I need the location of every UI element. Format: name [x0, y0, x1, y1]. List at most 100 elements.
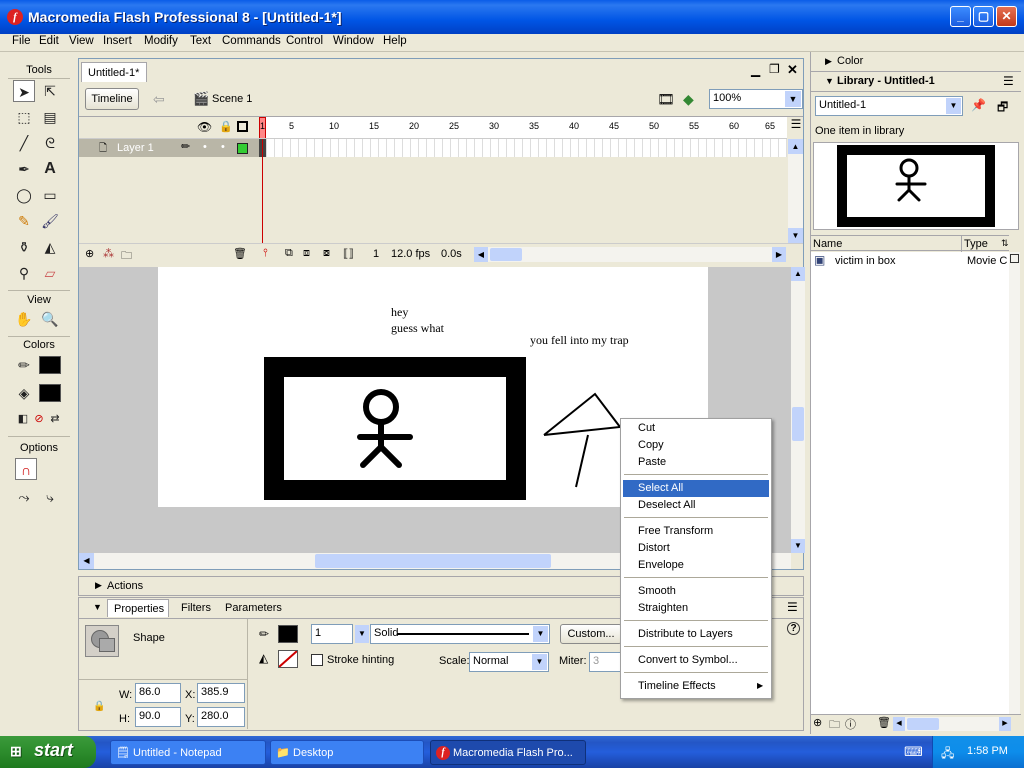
scroll-left-icon[interactable]: ◀ — [79, 553, 94, 569]
scroll-thumb[interactable] — [907, 718, 939, 730]
library-panel-title[interactable]: Library - Untitled-1 — [837, 75, 935, 87]
scroll-thumb[interactable] — [792, 407, 804, 441]
menu-item-copy[interactable]: Copy — [623, 437, 769, 454]
actions-title[interactable]: Actions — [107, 580, 143, 592]
menu-item-envelope[interactable]: Envelope — [623, 557, 769, 574]
menu-item-convert-to-symbol[interactable]: Convert to Symbol... — [623, 652, 769, 669]
layer-outline-color[interactable] — [237, 143, 248, 154]
chevron-down-icon[interactable]: ▼ — [355, 625, 369, 643]
menu-item-distribute-to-layers[interactable]: Distribute to Layers — [623, 626, 769, 643]
modify-markers-icon[interactable]: ⟦⟧ — [343, 247, 354, 260]
menu-commands[interactable]: Commands — [222, 35, 281, 47]
zoom-select[interactable]: 100% ▼ — [709, 89, 803, 109]
rectangle-tool-icon[interactable]: ▭ — [39, 184, 61, 206]
start-button[interactable]: ⊞ start — [0, 736, 96, 768]
task-flash[interactable]: f Macromedia Flash Pro... — [430, 740, 586, 765]
menu-item-cut[interactable]: Cut — [623, 420, 769, 437]
menu-item-select-all[interactable]: Select All — [623, 480, 769, 497]
free-transform-tool-icon[interactable]: ⬚ — [13, 106, 35, 128]
selection-tool-icon[interactable]: ➤ — [13, 80, 35, 102]
menu-item-timeline-effects[interactable]: Timeline Effects — [623, 678, 769, 695]
doc-restore-icon[interactable]: ❐ — [769, 62, 780, 76]
scroll-left-icon[interactable]: ◀ — [893, 717, 905, 731]
chevron-down-icon[interactable]: ▼ — [785, 91, 801, 107]
lock-icon[interactable]: 🔒 — [219, 120, 233, 133]
eye-icon[interactable]: 👁 — [197, 120, 212, 134]
menu-edit[interactable]: Edit — [39, 35, 59, 47]
column-type[interactable]: Type — [964, 238, 988, 250]
library-list[interactable] — [811, 270, 1009, 714]
library-item-row[interactable]: ▣ victim in box Movie C — [811, 252, 1009, 270]
menu-window[interactable]: Window — [333, 35, 374, 47]
new-library-panel-icon[interactable]: 🗗 — [997, 98, 1008, 119]
library-select[interactable]: Untitled-1 ▼ — [815, 96, 963, 116]
new-folder-icon[interactable]: 🗀 — [829, 716, 840, 735]
color-panel-title[interactable]: Color — [837, 55, 863, 67]
scroll-thumb[interactable] — [315, 554, 551, 568]
library-item-name[interactable]: victim in box — [835, 255, 896, 267]
y-field[interactable]: 280.0 — [197, 707, 245, 727]
swap-colors-icon[interactable]: ⇄ — [44, 408, 66, 430]
color-panel-header[interactable]: ▶ Color — [811, 52, 1021, 72]
scroll-left-icon[interactable]: ◀ — [474, 247, 488, 262]
document-tab[interactable]: Untitled-1* — [81, 62, 147, 82]
timeline-hscroll[interactable]: ◀ ▶ — [474, 247, 786, 262]
zoom-tool-icon[interactable]: 🔍 — [39, 308, 61, 330]
properties-info-icon[interactable]: ⓘ — [845, 716, 856, 732]
menu-item-distort[interactable]: Distort — [623, 540, 769, 557]
scroll-thumb[interactable] — [490, 248, 522, 261]
menu-text[interactable]: Text — [190, 35, 211, 47]
sort-icon[interactable]: ⇅ — [1001, 238, 1009, 249]
pin-library-icon[interactable]: 📌 — [971, 98, 986, 112]
scroll-right-icon[interactable]: ▶ — [772, 247, 786, 262]
edit-scene-icon[interactable]: 🎞 — [657, 91, 675, 108]
width-field[interactable]: 86.0 — [135, 683, 181, 703]
column-name[interactable]: Name — [813, 238, 842, 250]
frame-cells[interactable] — [259, 139, 787, 157]
stroke-color-swatch[interactable] — [39, 356, 61, 374]
clock[interactable]: 1:58 PM — [967, 745, 1008, 757]
line-tool-icon[interactable]: ╱ — [13, 132, 35, 154]
smooth-icon[interactable]: ⤳ — [13, 486, 35, 508]
brush-tool-icon[interactable]: 🖌 — [39, 210, 61, 232]
onion-outline-icon[interactable]: ⧈ — [303, 247, 310, 260]
minimize-button[interactable]: _ — [950, 6, 971, 27]
pencil-tool-icon[interactable]: ✎ — [13, 210, 35, 232]
fill-color-swatch[interactable] — [278, 650, 298, 668]
stroke-style-select[interactable]: Solid ▼ — [370, 624, 550, 644]
frame-view-menu-icon[interactable]: ☰ — [789, 117, 803, 139]
menu-item-deselect-all[interactable]: Deselect All — [623, 497, 769, 514]
layer-lock-dot[interactable]: • — [221, 141, 225, 153]
network-icon[interactable]: 🖧 — [941, 744, 954, 765]
close-button[interactable]: ✕ — [996, 6, 1017, 27]
paint-bucket-tool-icon[interactable]: ◭ — [39, 236, 61, 258]
snap-magnet-icon[interactable]: ∩ — [15, 458, 37, 480]
center-frame-icon[interactable]: ⫯ — [263, 247, 268, 260]
task-desktop[interactable]: 📁 Desktop — [270, 740, 424, 765]
scroll-up-icon[interactable]: ▲ — [791, 267, 805, 281]
fill-color-swatch[interactable] — [39, 384, 61, 402]
menu-item-free-transform[interactable]: Free Transform — [623, 523, 769, 540]
chevron-down-icon[interactable]: ▼ — [946, 98, 961, 114]
eraser-tool-icon[interactable]: ▱ — [39, 262, 61, 284]
insert-layer-icon[interactable]: ⊕ — [85, 247, 94, 260]
insert-folder-icon[interactable]: 🗀 — [121, 247, 132, 266]
subselection-tool-icon[interactable]: ⇱ — [39, 80, 61, 102]
collapse-arrow-icon[interactable]: ▼ — [93, 602, 102, 612]
miter-field[interactable]: 3 — [589, 652, 623, 672]
library-hscroll[interactable]: ◀ ▶ — [893, 717, 1011, 731]
menu-item-smooth[interactable]: Smooth — [623, 583, 769, 600]
back-arrow-icon[interactable]: ⇦ — [153, 91, 165, 108]
onion-skin-icon[interactable]: ⧉ — [285, 247, 293, 260]
panel-menu-icon[interactable]: ☰ — [1003, 74, 1014, 88]
scale-select[interactable]: Normal ▼ — [469, 652, 549, 672]
tab-filters[interactable]: Filters — [181, 602, 211, 614]
outline-icon[interactable] — [237, 121, 248, 132]
doc-minimize-icon[interactable]: ▁ — [751, 63, 760, 77]
trap-shape[interactable] — [543, 392, 622, 488]
help-icon[interactable]: ? — [787, 622, 800, 635]
tab-properties[interactable]: Properties — [107, 599, 169, 617]
custom-stroke-button[interactable]: Custom... — [560, 624, 622, 644]
hand-tool-icon[interactable]: ✋ — [13, 308, 35, 330]
title-bar[interactable]: f Macromedia Flash Professional 8 - [Unt… — [0, 0, 1024, 34]
